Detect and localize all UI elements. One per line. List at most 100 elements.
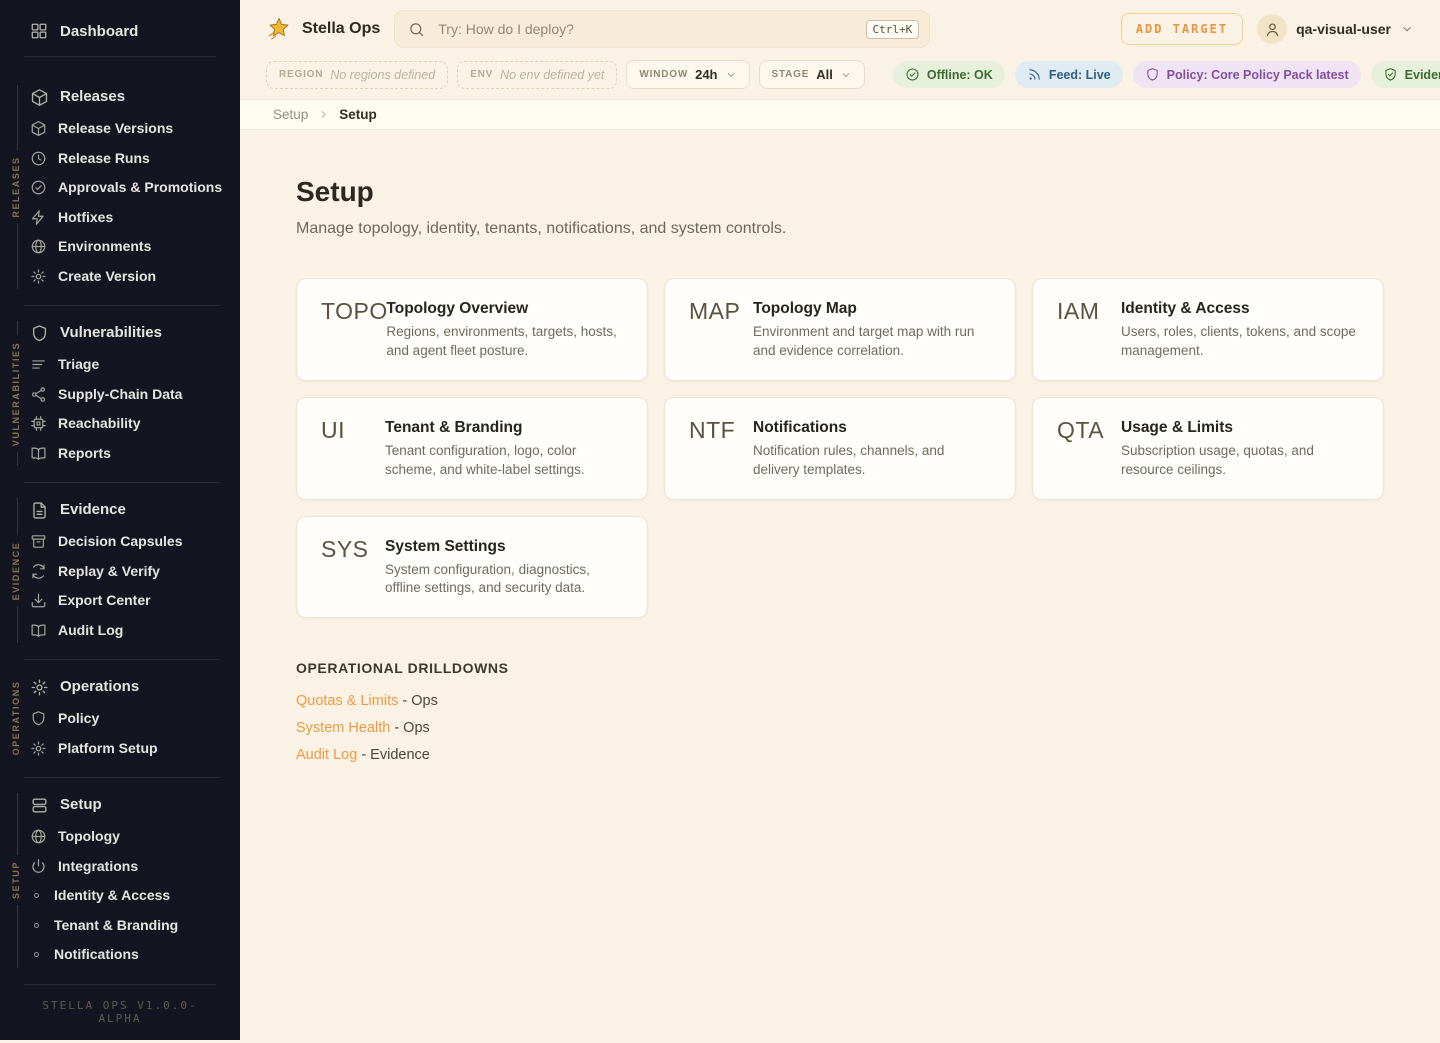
card-code: MAP	[689, 299, 744, 361]
sidebar-item-identity-access[interactable]: Identity & Access	[0, 881, 240, 911]
sidebar-item-operations[interactable]: Operations	[0, 671, 240, 704]
drilldown-link-system-health[interactable]: System Health	[296, 720, 390, 736]
filter-chip-region[interactable]: REGION No regions defined	[266, 61, 448, 89]
sidebar-item-reports[interactable]: Reports	[0, 439, 240, 469]
chevron-right-icon	[317, 108, 330, 121]
section-tag: RELEASES	[11, 150, 21, 223]
card-code: TOPO	[321, 299, 377, 361]
section-tag: SETUP	[11, 855, 21, 905]
drilldown-row: Audit Log - Evidence	[296, 747, 1384, 763]
drilldown-context: - Ops	[394, 720, 429, 736]
sidebar-item-platform-setup[interactable]: Platform Setup	[0, 734, 240, 764]
chip-value: 24h	[695, 67, 717, 82]
status-pill-policy[interactable]: Policy: Core Policy Pack latest	[1133, 61, 1361, 88]
sidebar-item-releases[interactable]: Releases	[0, 81, 240, 114]
add-target-button[interactable]: ADD TARGET	[1121, 13, 1243, 45]
setup-card-usage-limits[interactable]: QTA Usage & Limits Subscription usage, q…	[1032, 397, 1384, 500]
sidebar-item-replay-verify[interactable]: Replay & Verify	[0, 557, 240, 587]
global-search[interactable]: Ctrl+K	[394, 10, 930, 48]
ring-icon	[30, 948, 43, 961]
setup-card-system-settings[interactable]: SYS System Settings System configuration…	[296, 516, 648, 619]
status-pills: Offline: OK Feed: Live Policy: Core Policy…	[893, 61, 1440, 88]
card-description: Notification rules, channels, and delive…	[753, 442, 991, 480]
globe-icon	[30, 238, 47, 255]
section-tag: EVIDENCE	[11, 535, 21, 606]
shield-icon	[1145, 67, 1160, 82]
setup-card-tenant-branding[interactable]: UI Tenant & Branding Tenant configuratio…	[296, 397, 648, 500]
sidebar-item-export-center[interactable]: Export Center	[0, 586, 240, 616]
sidebar-item-approvals-promotions[interactable]: Approvals & Promotions	[0, 173, 240, 203]
sidebar-item-triage[interactable]: Triage	[0, 350, 240, 380]
card-body: System Settings System configuration, di…	[385, 538, 623, 599]
card-description: Environment and target map with run and …	[753, 323, 991, 361]
sidebar-item-vulnerabilities[interactable]: Vulnerabilities	[0, 317, 240, 350]
setup-card-notifications[interactable]: NTF Notifications Notification rules, ch…	[664, 397, 1016, 500]
chip-label: STAGE	[772, 69, 810, 80]
sidebar-item-dashboard[interactable]: Dashboard	[0, 14, 240, 48]
breadcrumb-link-setup[interactable]: Setup	[273, 107, 308, 122]
card-code: SYS	[321, 537, 376, 599]
status-pill-evidence[interactable]: Evidence: ON	[1371, 61, 1440, 88]
setup-card-topology-overview[interactable]: TOPO Topology Overview Regions, environm…	[296, 278, 648, 381]
setup-card-identity-access[interactable]: IAM Identity & Access Users, roles, clie…	[1032, 278, 1384, 381]
page-content: Setup Manage topology, identity, tenants…	[240, 130, 1440, 1040]
user-menu[interactable]: qa-visual-user	[1257, 14, 1418, 44]
card-code: NTF	[689, 418, 744, 480]
search-icon	[408, 21, 425, 38]
sidebar-item-audit-log[interactable]: Audit Log	[0, 616, 240, 646]
share-icon	[30, 386, 47, 403]
card-code: QTA	[1057, 418, 1112, 480]
sidebar-item-notifications[interactable]: Notifications	[0, 940, 240, 970]
sidebar-item-label: Tenant & Branding	[54, 917, 178, 935]
nav-section-releases: RELEASES Releases Release Versions Relea…	[0, 69, 240, 305]
sidebar-item-environments[interactable]: Environments	[0, 232, 240, 262]
gear-icon	[30, 678, 49, 697]
sidebar-item-label: Decision Capsules	[58, 533, 183, 551]
lines-icon	[30, 356, 47, 373]
breadcrumb-current: Setup	[339, 107, 377, 122]
top-header: Stella Ops Ctrl+K ADD TARGET qa-visual-u…	[240, 0, 1440, 54]
page-subtitle: Manage topology, identity, tenants, noti…	[296, 220, 1384, 238]
card-title: Identity & Access	[1121, 300, 1359, 318]
sidebar-item-label: Setup	[60, 796, 102, 815]
card-description: System configuration, diagnostics, offli…	[385, 561, 623, 599]
sidebar-item-policy[interactable]: Policy	[0, 704, 240, 734]
sidebar-item-topology[interactable]: Topology	[0, 822, 240, 852]
drilldown-link-audit-log[interactable]: Audit Log	[296, 747, 357, 763]
chip-value: No env defined yet	[500, 68, 604, 82]
sidebar-item-supply-chain-data[interactable]: Supply-Chain Data	[0, 380, 240, 410]
drilldown-row: Quotas & Limits - Ops	[296, 693, 1384, 709]
status-pill-offline[interactable]: Offline: OK	[893, 61, 1005, 88]
sidebar-item-label: Platform Setup	[58, 740, 158, 758]
sidebar-item-create-version[interactable]: Create Version	[0, 262, 240, 292]
sidebar-item-label: Releases	[60, 88, 125, 107]
filter-chip-stage[interactable]: STAGE All	[759, 60, 865, 89]
card-description: Regions, environments, targets, hosts, a…	[386, 323, 623, 361]
nav-section-operations: OPERATIONS Operations Policy Platform Se…	[0, 659, 240, 777]
sidebar-item-reachability[interactable]: Reachability	[0, 409, 240, 439]
drilldown-context: - Evidence	[361, 747, 430, 763]
chip-value: No regions defined	[330, 68, 435, 82]
sidebar-item-integrations[interactable]: Integrations	[0, 852, 240, 882]
setup-card-topology-map[interactable]: MAP Topology Map Environment and target …	[664, 278, 1016, 381]
search-input[interactable]	[436, 20, 854, 38]
drilldown-link-quotas-limits[interactable]: Quotas & Limits	[296, 693, 398, 709]
book-open-icon	[30, 445, 47, 462]
filter-chip-env[interactable]: ENV No env defined yet	[457, 61, 617, 89]
nav-section-setup: SETUP Setup Topology Integrations	[0, 777, 240, 984]
shortcut-badge: Ctrl+K	[866, 20, 920, 39]
sidebar-item-release-versions[interactable]: Release Versions	[0, 114, 240, 144]
check-circle-icon	[905, 67, 920, 82]
sidebar-item-hotfixes[interactable]: Hotfixes	[0, 203, 240, 233]
book-open-icon	[30, 622, 47, 639]
sidebar-item-decision-capsules[interactable]: Decision Capsules	[0, 527, 240, 557]
status-pill-feed[interactable]: Feed: Live	[1015, 61, 1123, 88]
sidebar-item-setup[interactable]: Setup	[0, 789, 240, 822]
sidebar-item-release-runs[interactable]: Release Runs	[0, 144, 240, 174]
globe-icon	[30, 828, 47, 845]
sidebar-item-evidence[interactable]: Evidence	[0, 494, 240, 527]
filter-chip-window[interactable]: WINDOW 24h	[626, 60, 749, 89]
sidebar-nav: RELEASES Releases Release Versions Relea…	[0, 69, 240, 984]
sidebar-item-tenant-branding[interactable]: Tenant & Branding	[0, 911, 240, 941]
download-icon	[30, 592, 47, 609]
